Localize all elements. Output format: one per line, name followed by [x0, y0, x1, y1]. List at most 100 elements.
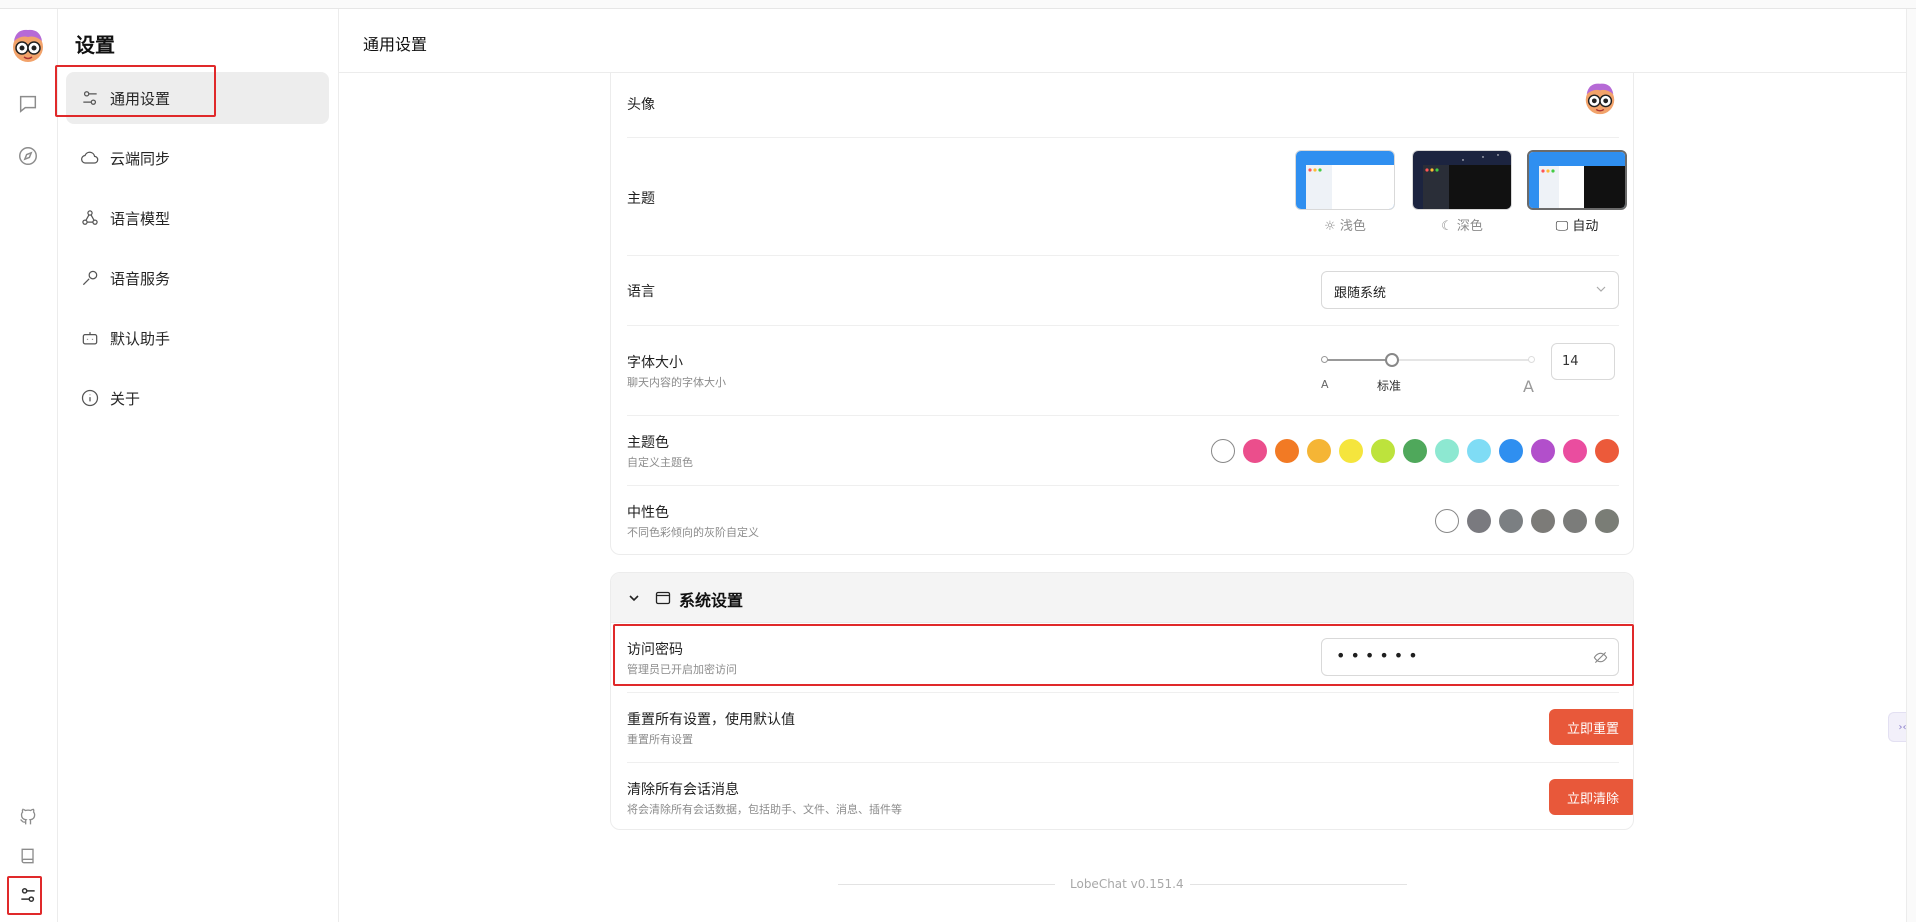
sidebar-item-voice[interactable]: 语音服务: [66, 252, 329, 304]
footer: LobeChat v0.151.4: [339, 875, 1916, 895]
sidebar-item-label: 关于: [110, 389, 141, 408]
monitor-icon: 🖵: [1555, 219, 1569, 234]
primary-color-swatch-12[interactable]: [1595, 439, 1619, 463]
slider-mark-min: [1321, 356, 1328, 363]
primary-color-swatch-10[interactable]: [1531, 439, 1555, 463]
sidebar-item-about[interactable]: 关于: [66, 372, 329, 424]
neutral-color-swatch-3[interactable]: [1531, 509, 1555, 533]
neutral-color-swatch-0[interactable]: [1435, 509, 1459, 533]
main-header: 通用设置: [339, 9, 1916, 73]
font-size-label: 字体大小: [627, 355, 683, 371]
primary-color-swatch-3[interactable]: [1307, 439, 1331, 463]
reset-settings-label: 重置所有设置，使用默认值: [627, 712, 795, 728]
info-icon: [81, 389, 99, 407]
discover-compass-icon[interactable]: [13, 141, 43, 171]
primary-color-label: 主题色: [627, 435, 669, 451]
password-value: ••••••: [1336, 646, 1423, 665]
sun-icon: ☼: [1324, 219, 1336, 234]
language-select-value: 跟随系统: [1334, 286, 1387, 301]
chevron-down-icon: [629, 595, 639, 602]
clear-sessions-label: 清除所有会话消息: [627, 782, 739, 798]
primary-color-swatch-5[interactable]: [1371, 439, 1395, 463]
primary-color-swatch-1[interactable]: [1243, 439, 1267, 463]
neutral-color-swatch-5[interactable]: [1595, 509, 1619, 533]
theme-option-dark[interactable]: [1412, 150, 1512, 210]
primary-color-swatch-8[interactable]: [1467, 439, 1491, 463]
avatar-picker[interactable]: [1581, 79, 1619, 117]
primary-color-swatch-6[interactable]: [1403, 439, 1427, 463]
version-text: LobeChat v0.151.4: [1070, 877, 1184, 891]
webhook-icon: [82, 210, 98, 225]
access-password-desc: 管理员已开启加密访问: [627, 663, 737, 676]
primary-color-swatch-11[interactable]: [1563, 439, 1587, 463]
system-settings-title: 系统设置: [679, 591, 744, 610]
window-top-bar: [0, 0, 1916, 9]
font-size-mid-label: 标准: [1377, 379, 1402, 393]
language-select[interactable]: 跟随系统: [1321, 271, 1619, 309]
primary-color-desc: 自定义主题色: [627, 456, 693, 469]
chevron-down-icon: [1596, 286, 1606, 292]
font-size-input[interactable]: 14: [1551, 343, 1615, 380]
cloud-icon: [81, 151, 99, 164]
reset-settings-row: 重置所有设置，使用默认值 重置所有设置 立即重置: [627, 693, 1633, 763]
moon-icon: ☾: [1441, 219, 1453, 234]
sidebar-item-general[interactable]: 通用设置: [66, 72, 329, 124]
github-icon[interactable]: [13, 801, 43, 831]
settings-sidebar: 设置 通用设置 云端同步 语言模型 语音服务 默认助手 关于: [58, 9, 339, 922]
font-size-slider-handle[interactable]: [1385, 353, 1400, 367]
avatar-label: 头像: [627, 97, 655, 113]
reset-now-button[interactable]: 立即重置: [1549, 709, 1633, 745]
app-root: 设置 通用设置 云端同步 语言模型 语音服务 默认助手 关于 通用设置 头像 主…: [0, 0, 1916, 922]
clear-sessions-row: 清除所有会话消息 将会清除所有会话数据，包括助手、文件、消息、插件等 立即清除: [627, 763, 1633, 829]
system-settings-header[interactable]: 系统设置: [611, 573, 1633, 623]
user-avatar[interactable]: [8, 25, 48, 65]
clear-sessions-desc: 将会清除所有会话数据，包括助手、文件、消息、插件等: [627, 803, 902, 816]
neutral-color-swatch-1[interactable]: [1467, 509, 1491, 533]
sliders-icon: [83, 91, 97, 105]
primary-color-row: 主题色 自定义主题色: [627, 416, 1619, 486]
language-row: 语言 跟随系统: [627, 256, 1619, 326]
sidebar-item-default-agent[interactable]: 默认助手: [66, 312, 329, 364]
primary-color-swatch-0[interactable]: [1211, 439, 1235, 463]
font-size-min-label: A: [1321, 378, 1329, 391]
sidebar-item-label: 通用设置: [110, 89, 171, 108]
neutral-color-swatch-2[interactable]: [1499, 509, 1523, 533]
chat-icon[interactable]: [13, 89, 43, 119]
neutral-color-swatch-4[interactable]: [1563, 509, 1587, 533]
avatar-row: 头像: [627, 73, 1619, 138]
access-password-input[interactable]: ••••••: [1321, 638, 1619, 676]
footer-divider-left: [838, 884, 1055, 885]
primary-color-swatch-4[interactable]: [1339, 439, 1363, 463]
sidebar-item-cloud-sync[interactable]: 云端同步: [66, 132, 329, 184]
theme-caption-light: ☼ 浅色: [1324, 219, 1366, 234]
language-label: 语言: [627, 284, 655, 300]
sidebar-item-label: 语音服务: [110, 269, 171, 288]
bot-icon: [82, 332, 98, 345]
footer-divider-right: [1190, 884, 1407, 885]
primary-color-swatch-7[interactable]: [1435, 439, 1459, 463]
settings-title: 设置: [75, 33, 115, 57]
sidebar-item-llm[interactable]: 语言模型: [66, 192, 329, 244]
primary-color-swatch-2[interactable]: [1275, 439, 1299, 463]
primary-color-swatch-9[interactable]: [1499, 439, 1523, 463]
font-size-max-label: A: [1523, 377, 1534, 396]
sidebar-item-label: 云端同步: [110, 149, 171, 168]
main-panel: 通用设置 头像 主题 ☼ 浅色 ☾ 深色 🖵 自动 语言 跟随系统 字体大小 聊…: [339, 9, 1916, 922]
clear-now-button[interactable]: 立即清除: [1549, 779, 1633, 815]
docs-book-icon[interactable]: [13, 841, 43, 871]
eye-off-icon[interactable]: [1593, 650, 1608, 665]
neutral-color-row: 中性色 不同色彩倾向的灰阶自定义: [627, 486, 1619, 555]
access-password-row: 访问密码 管理员已开启加密访问 ••••••: [627, 623, 1619, 693]
sidebar-item-label: 语言模型: [110, 209, 171, 228]
sidebar-item-label: 默认助手: [110, 329, 171, 348]
theme-option-auto[interactable]: [1527, 150, 1627, 210]
reset-settings-desc: 重置所有设置: [627, 733, 693, 746]
slider-mark-max: [1528, 356, 1535, 363]
theme-label: 主题: [627, 191, 655, 207]
mic-icon: [82, 270, 98, 286]
settings-sliders-icon[interactable]: [13, 880, 43, 910]
neutral-color-desc: 不同色彩倾向的灰阶自定义: [627, 526, 759, 539]
neutral-color-label: 中性色: [627, 505, 669, 521]
theme-option-light[interactable]: [1295, 150, 1395, 210]
scrollbar[interactable]: [1906, 9, 1916, 922]
